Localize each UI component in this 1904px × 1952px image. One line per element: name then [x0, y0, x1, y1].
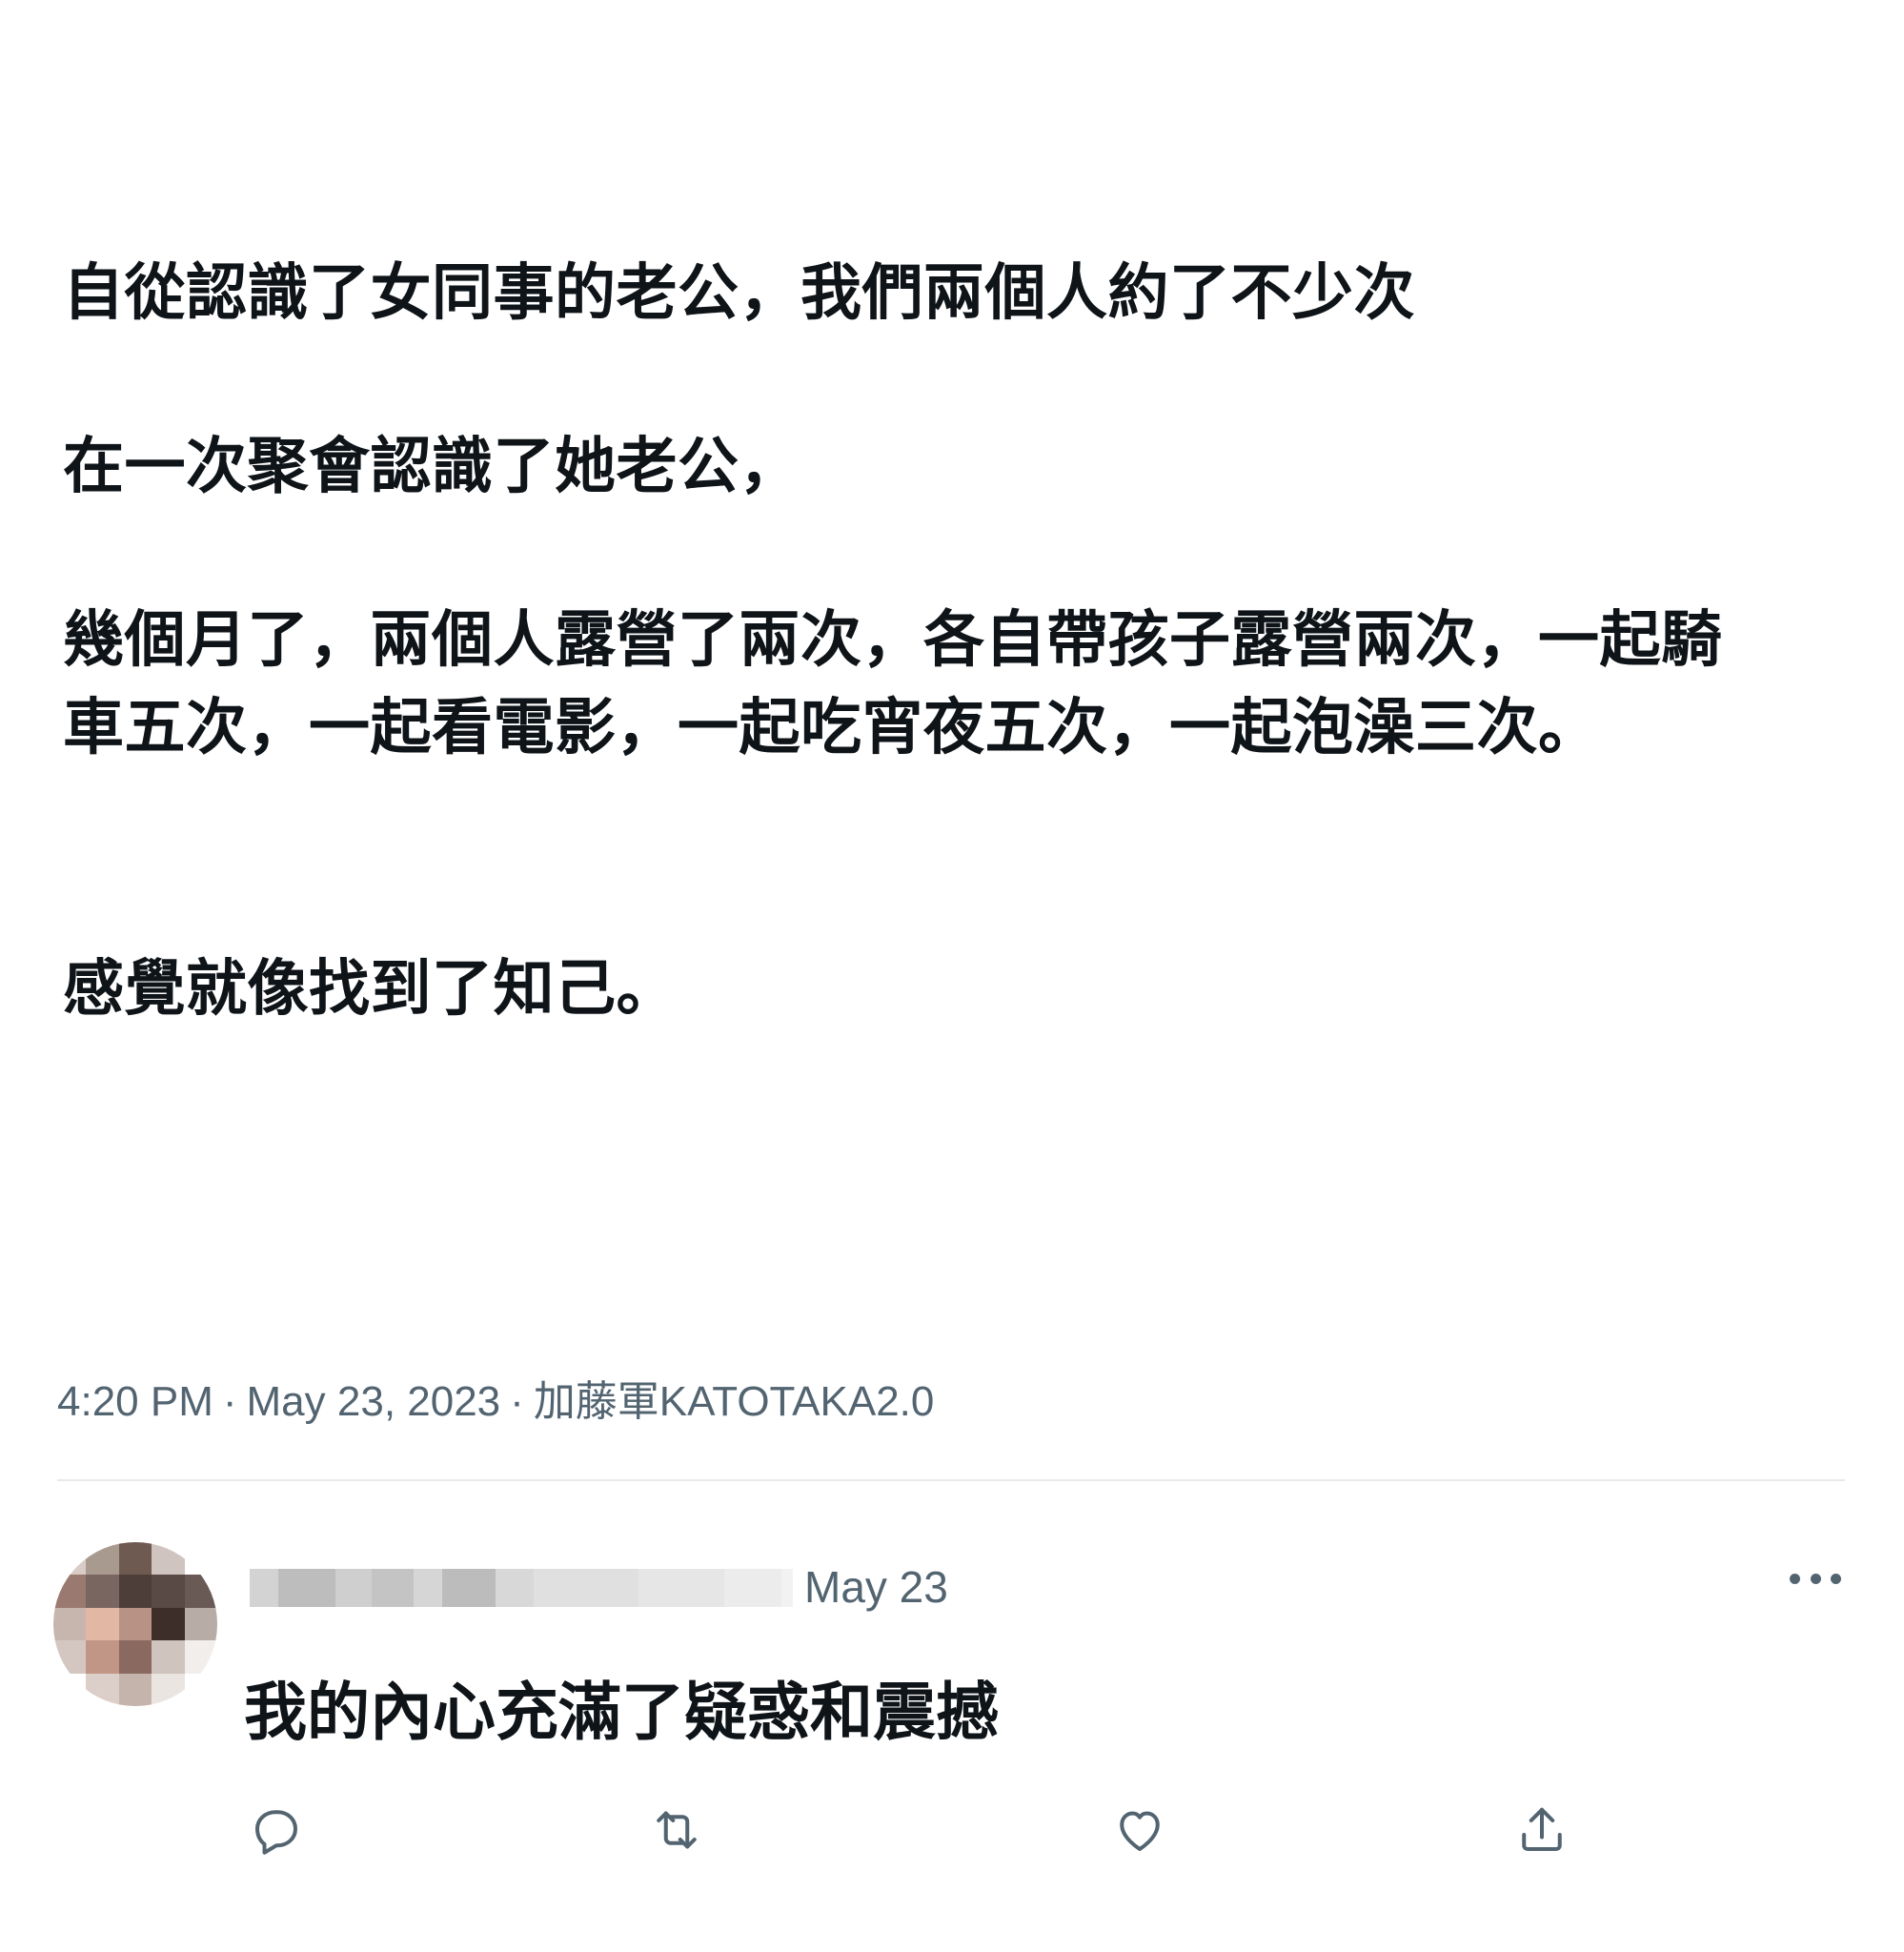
- retweet-icon[interactable]: [648, 1801, 705, 1859]
- share-icon[interactable]: [1513, 1801, 1570, 1859]
- tweet-paragraph: 自從認識了女同事的老公，我們兩個人約了不少次: [63, 258, 1415, 329]
- name-pixel: [278, 1569, 335, 1607]
- avatar-pixel: [53, 1575, 87, 1608]
- avatar-pixel: [152, 1640, 185, 1674]
- avatar-pixel: [184, 1607, 217, 1641]
- heart-icon[interactable]: [1111, 1801, 1168, 1859]
- avatar-pixel: [118, 1542, 152, 1576]
- name-pixel: [442, 1569, 496, 1607]
- meta-separator: ·: [222, 1378, 237, 1425]
- avatar-pixel: [118, 1673, 152, 1706]
- avatar-pixel: [86, 1607, 119, 1641]
- name-pixel: [534, 1569, 638, 1607]
- avatar-pixel: [53, 1607, 87, 1641]
- name-pixel: [781, 1569, 793, 1607]
- reply-action-bar: [0, 1801, 1904, 1859]
- more-options-icon[interactable]: [1790, 1571, 1841, 1586]
- meta-separator: ·: [510, 1378, 524, 1425]
- avatar-pixel: [86, 1575, 119, 1608]
- tweet-source[interactable]: 加藤軍KATOTAKA2.0: [534, 1378, 935, 1425]
- avatar-pixel: [184, 1673, 217, 1706]
- avatar-pixel: [118, 1575, 152, 1608]
- avatar[interactable]: [53, 1542, 217, 1706]
- tweet-metadata: 4:20 PM · May 23, 2023 · 加藤軍KATOTAKA2.0: [57, 1367, 934, 1428]
- avatar-pixel: [86, 1640, 119, 1674]
- avatar-pixel: [184, 1542, 217, 1576]
- name-pixel: [250, 1569, 278, 1607]
- avatar-pixel: [184, 1640, 217, 1674]
- avatar-pixel: [152, 1673, 185, 1706]
- tweet-time[interactable]: 4:20 PM: [57, 1378, 213, 1425]
- avatar-pixel: [118, 1640, 152, 1674]
- tweet-page: 自從認識了女同事的老公，我們兩個人約了不少次 在一次聚會認識了她老公， 幾個月了…: [0, 0, 1904, 1952]
- avatar-pixel: [152, 1542, 185, 1576]
- name-pixel: [414, 1569, 442, 1607]
- reply-author-name-redacted[interactable]: [250, 1569, 793, 1607]
- avatar-pixel: [152, 1607, 185, 1641]
- avatar-pixel: [53, 1640, 87, 1674]
- name-pixel: [372, 1569, 414, 1607]
- tweet-date[interactable]: May 23, 2023: [247, 1378, 501, 1425]
- reply-date[interactable]: May 23: [804, 1561, 948, 1613]
- avatar-pixel: [118, 1607, 152, 1641]
- avatar-pixel: [184, 1575, 217, 1608]
- reply-icon[interactable]: [248, 1801, 305, 1859]
- name-pixel: [496, 1569, 534, 1607]
- name-pixel: [638, 1569, 724, 1607]
- tweet-paragraph: 在一次聚會認識了她老公，: [63, 432, 800, 502]
- tweet-text: 自從認識了女同事的老公，我們兩個人約了不少次 在一次聚會認識了她老公， 幾個月了…: [63, 250, 1778, 1025]
- name-pixel: [724, 1569, 781, 1607]
- avatar-pixel: [53, 1542, 87, 1576]
- divider: [57, 1479, 1845, 1481]
- name-pixel: [335, 1569, 372, 1607]
- avatar-pixel: [86, 1673, 119, 1706]
- avatar-pixel: [53, 1673, 87, 1706]
- avatar-pixel: [86, 1542, 119, 1576]
- avatar-pixel: [152, 1575, 185, 1608]
- tweet-paragraph: 幾個月了，兩個人露營了兩次，各自帶孩子露營兩次，一起騎車五次，一起看電影，一起吃…: [63, 605, 1723, 763]
- reply-text: 我的內心充滿了疑惑和震撼: [244, 1676, 999, 1749]
- tweet-paragraph: 感覺就像找到了知己。: [63, 954, 678, 1025]
